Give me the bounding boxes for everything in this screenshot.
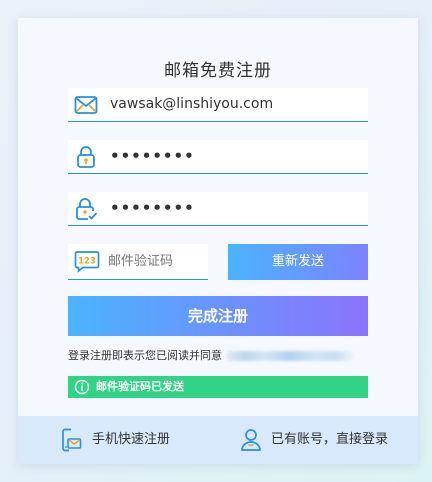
phone-mail-icon <box>62 428 82 452</box>
lock-check-icon <box>76 198 98 220</box>
phone-register-label: 手机快速注册 <box>92 432 171 447</box>
agreement-text: 登录注册即表示您已阅读并同意 <box>68 349 222 362</box>
status-notice: 邮件验证码已发送 <box>68 376 368 398</box>
notice-text: 邮件验证码已发送 <box>96 380 184 393</box>
password-value: •••••••• <box>110 147 195 165</box>
lock-icon <box>77 146 95 168</box>
page-title: 邮箱免费注册 <box>164 61 272 81</box>
password-field[interactable]: •••••••• <box>68 140 368 174</box>
resend-code-button[interactable]: 重新发送 <box>228 244 368 280</box>
phone-register-link[interactable]: 手机快速注册 <box>60 416 190 464</box>
login-label: 已有账号，直接登录 <box>271 432 389 447</box>
confirm-password-value: •••••••• <box>110 199 195 217</box>
email-code-field[interactable]: 123 <box>68 244 208 280</box>
user-icon <box>241 429 261 451</box>
agreement-link-blurred[interactable] <box>226 351 354 361</box>
email-code-input[interactable] <box>108 244 204 278</box>
confirm-password-field[interactable]: •••••••• <box>68 192 368 226</box>
info-icon <box>74 379 90 395</box>
email-value: vawsak@linshiyou.com <box>110 96 274 112</box>
svg-text:123: 123 <box>78 257 96 267</box>
email-field[interactable]: vawsak@linshiyou.com <box>68 88 368 122</box>
footer-bar: 手机快速注册 已有账号，直接登录 <box>18 416 418 464</box>
complete-register-button[interactable]: 完成注册 <box>68 296 368 336</box>
agreement-row: 登录注册即表示您已阅读并同意 <box>68 348 354 364</box>
mail-icon <box>74 96 98 114</box>
register-card: 邮箱免费注册 vawsak@linshiyou.com •••••••• •••… <box>18 18 418 464</box>
code-123-icon: 123 <box>74 251 100 273</box>
login-link[interactable]: 已有账号，直接登录 <box>240 416 400 464</box>
